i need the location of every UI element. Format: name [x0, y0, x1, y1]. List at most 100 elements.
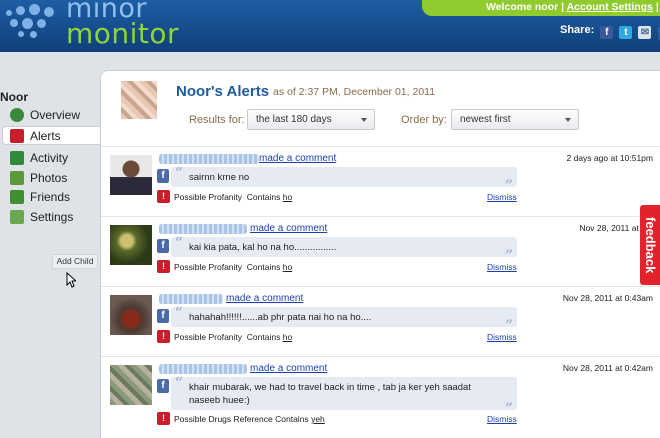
welcome-text: Welcome: [486, 1, 532, 13]
timestamp-label: as of 2:37 PM, December 01, 2011: [273, 86, 436, 98]
facebook-icon: f: [157, 379, 169, 393]
alert-item: made a comment Nov 28, 2011 at 0:43am f …: [101, 286, 660, 356]
activity-icon: [10, 151, 24, 165]
comment-box: “ kai kia pata, kal ho na ho............…: [171, 236, 517, 263]
user-name-blurred: [159, 224, 247, 234]
results-select-value: the last 180 days: [256, 114, 332, 125]
results-label: Results for:: [189, 114, 245, 126]
sidebar-item-label: Friends: [30, 190, 71, 204]
made-comment-link[interactable]: made a comment: [259, 153, 336, 164]
category-label: Possible Profanity: [174, 262, 243, 272]
feedback-tab[interactable]: feedback: [640, 205, 660, 285]
comment-box: “ khair mubarak, we had to travel back i…: [171, 375, 517, 416]
twitter-share-icon[interactable]: t: [619, 26, 633, 39]
overview-icon: [10, 108, 24, 122]
alert-category: Possible Profanity Contains ho: [174, 332, 292, 342]
logo[interactable]: minor monitor: [66, 0, 180, 50]
photos-icon: [10, 170, 24, 185]
user-name-blurred: [159, 364, 247, 374]
keyword: ho: [282, 262, 293, 272]
avatar: [110, 295, 152, 335]
contains-label: Contains: [275, 414, 309, 424]
facebook-icon: f: [157, 239, 169, 253]
dismiss-link[interactable]: Dismiss: [487, 414, 517, 424]
comment-box: “ hahahah!!!!!!......ab phr pata nai ho …: [171, 305, 517, 333]
sidebar-item-label: Photos: [30, 170, 68, 185]
alert-category: Possible Profanity Contains ho: [174, 192, 292, 202]
settings-icon: [10, 209, 24, 224]
made-comment-link[interactable]: made a comment: [226, 293, 303, 304]
avatar: [110, 155, 152, 195]
comment-text: khair mubarak, we had to travel back in …: [189, 382, 471, 406]
site-header: minor monitor Welcome noor | Account Set…: [0, 0, 660, 52]
warning-icon: [10, 128, 24, 143]
alert-item: made a comment 2 days ago at 10:51pm f “…: [101, 146, 660, 216]
chevron-down-icon: [565, 118, 571, 122]
alert-time: Nov 28, 2011 at 0:42am: [562, 363, 653, 373]
user-name-blurred: [159, 154, 259, 164]
child-name: Noor: [0, 90, 28, 104]
comment-text: kai kia pata, kal ho na ho..............…: [189, 242, 337, 253]
user-name: noor: [534, 1, 559, 13]
logo-icon: [6, 4, 64, 38]
sidebar-item-label: Activity: [30, 151, 69, 165]
sidebar-item-activity[interactable]: Activity: [0, 149, 100, 169]
order-select[interactable]: newest first: [451, 109, 579, 130]
share-bar: Share: f t ✉ f: [560, 20, 660, 40]
made-comment-link[interactable]: made a comment: [250, 363, 327, 374]
avatar: [110, 365, 152, 405]
facebook-icon: f: [157, 169, 169, 183]
alert-category: Possible Drugs Reference Contains yeh: [174, 414, 325, 424]
alert-item: made a comment Nov 28, 2011 at 0:4 f “ k…: [101, 216, 660, 286]
alert-time: 2 days ago at 10:51pm: [566, 153, 653, 163]
mouse-cursor-icon: [66, 272, 76, 288]
account-settings-link[interactable]: Account Settings: [567, 1, 653, 13]
contains-label: Contains: [246, 332, 281, 342]
open-quote-icon: “: [175, 305, 184, 321]
sidebar-item-photos[interactable]: Photos: [0, 169, 100, 189]
chevron-down-icon: [361, 118, 367, 122]
dismiss-link[interactable]: Dismiss: [487, 192, 517, 202]
friends-icon: [10, 190, 24, 204]
open-quote-icon: “: [175, 165, 184, 181]
sidebar-item-friends[interactable]: Friends: [0, 188, 100, 208]
comment-box: “ sairnn krne no ”: [171, 165, 517, 193]
sidebar: Noor Overview Alerts Activity Photos Fri…: [0, 90, 100, 227]
warning-icon: [157, 412, 170, 425]
made-comment-link[interactable]: made a comment: [250, 223, 327, 234]
warning-icon: [157, 260, 170, 273]
open-quote-icon: “: [175, 375, 184, 391]
alert-item: made a comment Nov 28, 2011 at 0:42am f …: [101, 356, 660, 438]
avatar: [110, 225, 152, 265]
warning-icon: [157, 330, 170, 343]
dismiss-link[interactable]: Dismiss: [487, 332, 517, 342]
keyword: ho: [282, 192, 293, 202]
warning-icon: [157, 190, 170, 203]
alerts-panel: Noor's Alerts as of 2:37 PM, December 01…: [100, 70, 660, 438]
comment-text: sairnn krne no: [189, 172, 250, 183]
add-child-button[interactable]: Add Child: [52, 254, 98, 269]
order-label: Order by:: [401, 114, 447, 126]
sidebar-item-alerts[interactable]: Alerts: [2, 125, 100, 145]
sidebar-item-label: Alerts: [30, 128, 61, 143]
keyword: ho: [282, 332, 293, 342]
avatar: [121, 81, 157, 119]
welcome-bar: Welcome noor | Account Settings | Lo: [422, 0, 660, 16]
email-share-icon[interactable]: ✉: [638, 26, 652, 39]
logo-line2: monitor: [66, 17, 180, 50]
contains-label: Contains: [246, 192, 281, 202]
category-label: Possible Drugs Reference: [174, 414, 273, 424]
category-label: Possible Profanity: [174, 332, 243, 342]
sidebar-item-label: Settings: [30, 209, 74, 224]
sidebar-item-overview[interactable]: Overview: [0, 106, 100, 126]
dismiss-link[interactable]: Dismiss: [487, 262, 517, 272]
user-name-blurred: [159, 294, 223, 304]
sidebar-item-settings[interactable]: Settings: [0, 208, 100, 228]
contains-label: Contains: [246, 262, 281, 272]
alert-category: Possible Profanity Contains ho: [174, 262, 292, 272]
page-title: Noor's Alerts: [176, 83, 270, 100]
facebook-share-icon[interactable]: f: [600, 26, 614, 39]
alert-time: Nov 28, 2011 at 0:43am: [562, 293, 653, 303]
results-select[interactable]: the last 180 days: [247, 109, 375, 130]
order-select-value: newest first: [460, 114, 511, 125]
